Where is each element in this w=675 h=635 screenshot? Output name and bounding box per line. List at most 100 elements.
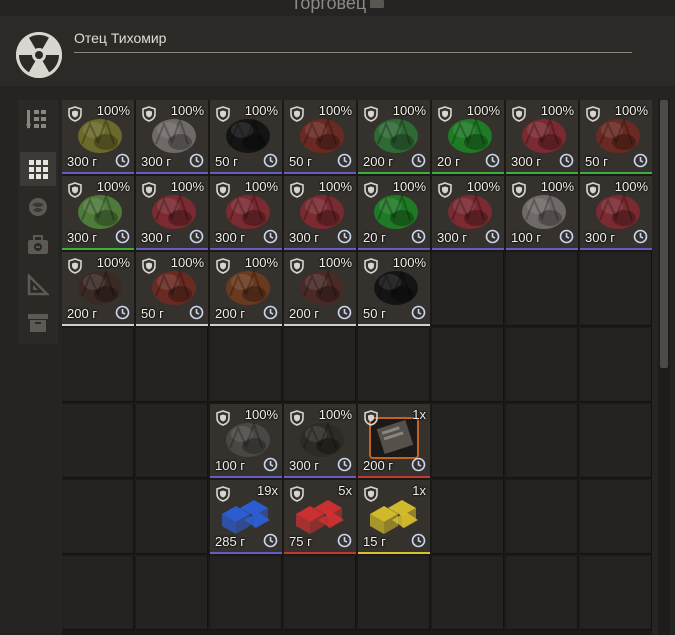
grid-cell[interactable] (210, 328, 282, 402)
medkit-icon[interactable] (20, 228, 56, 262)
clock-icon (485, 153, 500, 168)
item-dark-spikes[interactable]: 100% 200 г (62, 252, 134, 326)
shield-icon (586, 106, 600, 122)
item-quantity: 100% (170, 255, 204, 270)
grid-cell[interactable] (284, 556, 356, 630)
item-rarity-bar (284, 552, 356, 554)
grid-cell[interactable] (432, 480, 504, 554)
item-quantity: 100% (466, 179, 500, 194)
box-icon[interactable] (20, 306, 56, 340)
grid-cell[interactable] (432, 556, 504, 630)
grid-cell[interactable] (580, 252, 652, 326)
grid-cell[interactable] (210, 556, 282, 630)
sort-icon[interactable] (20, 102, 56, 136)
grid-cell[interactable] (62, 480, 134, 554)
clock-icon (337, 457, 352, 472)
grid-cell[interactable] (62, 328, 134, 402)
item-red-rose[interactable]: 100% 50 г (284, 100, 356, 174)
item-quantity: 100% (96, 103, 130, 118)
item-price: 200 г (363, 154, 394, 169)
item-blue-cubes[interactable]: 19x 285 г (210, 480, 282, 554)
item-yellow-cubes[interactable]: 1x 15 г (358, 480, 430, 554)
trader-header (0, 16, 675, 86)
item-black-crystal-2[interactable]: 100% 50 г (358, 252, 430, 326)
item-red-coral-2[interactable]: 100% 300 г (210, 176, 282, 250)
grid-cell[interactable] (580, 404, 652, 478)
grid-cell[interactable] (580, 480, 652, 554)
item-green-plant[interactable]: 100% 300 г (62, 176, 134, 250)
item-red-cubes[interactable]: 5x 75 г (284, 480, 356, 554)
item-rarity-bar (358, 552, 430, 554)
item-gray-flower-2[interactable]: 100% 100 г (506, 176, 578, 250)
item-rarity-bar (358, 324, 430, 326)
item-red-rose-3[interactable]: 100% 50 г (136, 252, 208, 326)
clock-icon (189, 229, 204, 244)
item-red-coral-4[interactable]: 100% 300 г (432, 176, 504, 250)
grid-cell[interactable] (62, 556, 134, 630)
shield-icon (68, 182, 82, 198)
clock-icon (411, 533, 426, 548)
grid-cell[interactable] (506, 480, 578, 554)
grid-cell[interactable] (432, 252, 504, 326)
item-red-rose-2[interactable]: 100% 50 г (580, 100, 652, 174)
item-quantity: 100% (540, 103, 574, 118)
scrollbar-thumb[interactable] (660, 100, 668, 368)
grid-cell[interactable] (62, 404, 134, 478)
grid-cell[interactable] (136, 404, 208, 478)
item-quantity: 19x (257, 483, 278, 498)
item-rarity-bar (284, 248, 356, 250)
item-green-bubbles[interactable]: 100% 200 г (358, 100, 430, 174)
grid-cell[interactable] (580, 556, 652, 630)
item-black-crystal[interactable]: 100% 50 г (210, 100, 282, 174)
item-red-thorns[interactable]: 100% 300 г (506, 100, 578, 174)
item-quantity: 100% (318, 179, 352, 194)
grid-cell[interactable] (506, 252, 578, 326)
item-quantity: 100% (244, 255, 278, 270)
grid-cell[interactable] (432, 328, 504, 402)
grid-cell[interactable] (432, 404, 504, 478)
item-yellow-artifact[interactable]: 100% 300 г (62, 100, 134, 174)
item-gray-flower[interactable]: 100% 300 г (136, 100, 208, 174)
artifact-icon[interactable] (20, 190, 56, 224)
clock-icon (559, 229, 574, 244)
item-quantity: 100% (466, 103, 500, 118)
shield-icon (142, 258, 156, 274)
item-gray-sphere[interactable]: 100% 100 г (210, 404, 282, 478)
grid-cell[interactable] (358, 556, 430, 630)
item-red-coral[interactable]: 100% 300 г (136, 176, 208, 250)
shield-icon (364, 182, 378, 198)
clock-icon (115, 305, 130, 320)
grid-icon[interactable] (20, 152, 56, 186)
inventory-grid: 100% 300 г 100% 300 г 100% 50 г 100% 50 г 10… (62, 100, 652, 635)
item-document-case[interactable]: 1x 200 г (358, 404, 430, 478)
grid-cell[interactable] (506, 556, 578, 630)
item-orange-lava[interactable]: 100% 200 г (210, 252, 282, 326)
item-rarity-bar (506, 172, 578, 174)
grid-cell[interactable] (506, 404, 578, 478)
shield-icon (364, 106, 378, 122)
item-quantity: 100% (170, 103, 204, 118)
item-red-coral-5[interactable]: 100% 300 г (580, 176, 652, 250)
grid-cell[interactable] (580, 328, 652, 402)
shield-icon (142, 106, 156, 122)
clock-icon (559, 153, 574, 168)
grid-cell[interactable] (358, 328, 430, 402)
item-rarity-bar (284, 324, 356, 326)
shield-icon (438, 182, 452, 198)
item-dark-red-rock[interactable]: 100% 200 г (284, 252, 356, 326)
shield-icon (290, 106, 304, 122)
item-green-crystal-2[interactable]: 100% 20 г (358, 176, 430, 250)
grid-cell[interactable] (136, 480, 208, 554)
item-rarity-bar (210, 552, 282, 554)
shield-icon (290, 486, 304, 502)
item-price: 100 г (511, 230, 542, 245)
grid-cell[interactable] (136, 328, 208, 402)
item-green-crystal[interactable]: 100% 20 г (432, 100, 504, 174)
item-dark-cluster[interactable]: 100% 300 г (284, 404, 356, 478)
grid-cell[interactable] (506, 328, 578, 402)
item-red-coral-3[interactable]: 100% 300 г (284, 176, 356, 250)
grid-cell[interactable] (284, 328, 356, 402)
grid-cell[interactable] (136, 556, 208, 630)
ruler-icon[interactable] (20, 268, 56, 302)
shield-icon (142, 182, 156, 198)
